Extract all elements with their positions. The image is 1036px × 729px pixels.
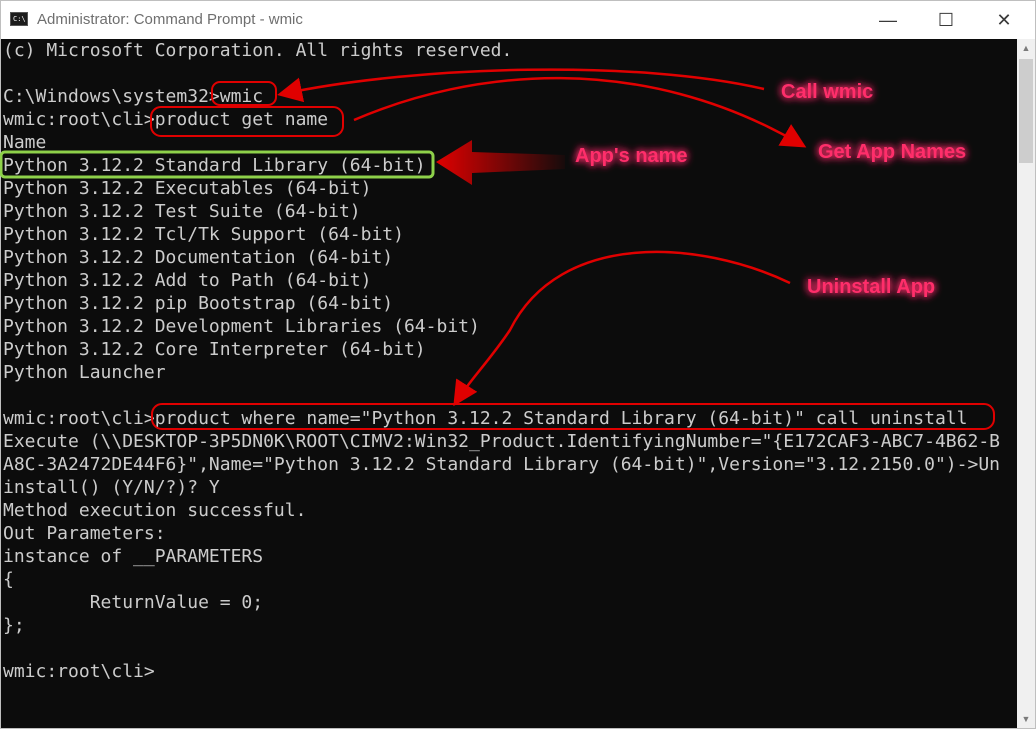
terminal-line: { bbox=[3, 569, 14, 590]
scroll-up-icon[interactable]: ▲ bbox=[1017, 39, 1035, 57]
terminal-line: Execute (\\DESKTOP-3P5DN0K\ROOT\CIMV2:Wi… bbox=[3, 431, 1000, 452]
terminal-line: Python 3.12.2 Standard Library (64-bit) bbox=[3, 155, 426, 176]
window-title: Administrator: Command Prompt - wmic bbox=[37, 11, 303, 28]
maximize-button[interactable]: ☐ bbox=[918, 1, 974, 39]
minimize-button[interactable]: — bbox=[860, 1, 916, 39]
terminal-line: Method execution successful. bbox=[3, 500, 307, 521]
terminal-line: Python 3.12.2 Add to Path (64-bit) bbox=[3, 270, 372, 291]
terminal-line: }; bbox=[3, 615, 25, 636]
vertical-scrollbar[interactable]: ▲ ▼ bbox=[1017, 39, 1035, 728]
cmd-icon[interactable]: C:\ bbox=[10, 12, 28, 26]
terminal-line: wmic:root\cli>product get name bbox=[3, 109, 329, 130]
terminal-line: install() (Y/N/?)? Y bbox=[3, 477, 220, 498]
cmd-icon-text: C:\ bbox=[13, 15, 26, 23]
terminal-line: (c) Microsoft Corporation. All rights re… bbox=[3, 40, 513, 61]
terminal-line: Python 3.12.2 Tcl/Tk Support (64-bit) bbox=[3, 224, 404, 245]
terminal-line: Python 3.12.2 Test Suite (64-bit) bbox=[3, 201, 361, 222]
terminal-line: Python Launcher bbox=[3, 362, 166, 383]
terminal-line: wmic:root\cli>product where name="Python… bbox=[3, 408, 968, 429]
terminal-line: instance of __PARAMETERS bbox=[3, 546, 264, 567]
scroll-down-icon[interactable]: ▼ bbox=[1017, 710, 1035, 728]
terminal-line: Python 3.12.2 Core Interpreter (64-bit) bbox=[3, 339, 426, 360]
terminal-line: ReturnValue = 0; bbox=[3, 592, 264, 613]
terminal-line: Python 3.12.2 pip Bootstrap (64-bit) bbox=[3, 293, 394, 314]
scrollbar-thumb[interactable] bbox=[1019, 59, 1033, 163]
terminal-line: Out Parameters: bbox=[3, 523, 166, 544]
terminal-line: Name bbox=[3, 132, 47, 153]
close-button[interactable]: ✕ bbox=[976, 1, 1032, 39]
terminal-line: Python 3.12.2 Executables (64-bit) bbox=[3, 178, 372, 199]
command-prompt-window: C:\ Administrator: Command Prompt - wmic… bbox=[0, 0, 1036, 729]
terminal-line: C:\Windows\system32>wmic bbox=[3, 86, 264, 107]
terminal-line: wmic:root\cli> bbox=[3, 661, 155, 682]
title-bar[interactable]: C:\ Administrator: Command Prompt - wmic… bbox=[1, 1, 1035, 39]
terminal-line: Python 3.12.2 Development Libraries (64-… bbox=[3, 316, 480, 337]
terminal-output[interactable]: (c) Microsoft Corporation. All rights re… bbox=[1, 39, 1017, 728]
terminal-line: A8C-3A2472DE44F6}",Name="Python 3.12.2 S… bbox=[3, 454, 1000, 475]
terminal-line: Python 3.12.2 Documentation (64-bit) bbox=[3, 247, 394, 268]
